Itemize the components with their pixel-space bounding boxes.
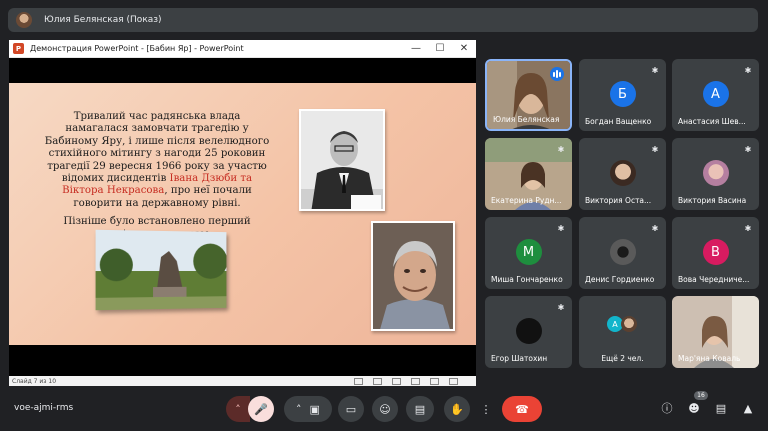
participant-tile[interactable]: ✱ Б Богдан Ващенко xyxy=(579,59,666,131)
participant-name: Денис Гордиенко xyxy=(585,275,655,284)
camera-options-chevron-icon[interactable]: ˄ xyxy=(296,403,302,416)
mic-off-icon: ✱ xyxy=(557,224,565,233)
ppt-statusbar: Слайд 7 из 10 xyxy=(9,376,476,386)
ppt-window-title: Демонстрация PowerPoint - [Бабин Яр] - P… xyxy=(30,44,244,53)
maximize-icon[interactable]: ☐ xyxy=(428,40,452,58)
meeting-info-icon[interactable]: ⓘ xyxy=(659,401,675,417)
reading-view-icon[interactable] xyxy=(430,377,439,385)
participant-avatar-photo xyxy=(515,318,542,344)
mic-options-chevron-icon[interactable]: ˄ xyxy=(226,396,250,422)
raise-hand-button[interactable]: ✋ xyxy=(444,396,470,422)
meeting-code: voe-ajmi-rms xyxy=(14,403,74,413)
slide: Тривалий час радянська влада намагалася … xyxy=(9,83,476,345)
participant-tile[interactable]: ✱ А Анастасия Шев... xyxy=(672,59,759,131)
participant-name: Виктория Васина xyxy=(678,196,747,205)
slide-counter: Слайд 7 из 10 xyxy=(12,377,57,385)
end-call-icon: ☎ xyxy=(515,402,529,416)
mic-off-icon: ✱ xyxy=(651,145,659,154)
participant-tile[interactable]: ✱ Екатерина Рудн... xyxy=(485,138,572,210)
participant-avatar-letter: В xyxy=(702,239,729,265)
next-slide-icon[interactable] xyxy=(373,377,382,385)
participant-name: Екатерина Рудн... xyxy=(491,196,562,205)
participant-tile[interactable]: Мар'яна Коваль xyxy=(672,296,759,368)
slideshow-icon[interactable] xyxy=(449,377,458,385)
camera-icon: ▣ xyxy=(309,402,320,416)
ppt-titlebar: P Демонстрация PowerPoint - [Бабин Яр] -… xyxy=(9,40,476,58)
sorter-view-icon[interactable] xyxy=(411,377,420,385)
presenter-bar: Юлия Белянская (Показ) xyxy=(8,8,758,32)
mic-off-icon: ✱ xyxy=(744,66,752,75)
mic-off-icon: ✱ xyxy=(744,224,752,233)
participant-tile[interactable]: ✱ Денис Гордиенко xyxy=(579,217,666,289)
slide-viewport: Тривалий час радянська влада намагалася … xyxy=(9,58,476,376)
more-options-button[interactable]: ⋮ xyxy=(476,396,496,422)
participant-avatar-letter: Б xyxy=(609,81,636,107)
shared-powerpoint-window: P Демонстрация PowerPoint - [Бабин Яр] -… xyxy=(9,40,476,386)
participant-name: Ещё 2 чел. xyxy=(601,354,644,363)
participant-name: Анастасия Шев... xyxy=(678,117,746,126)
captions-button[interactable]: ▭ xyxy=(338,396,364,422)
mic-off-icon: ✱ xyxy=(744,145,752,154)
portrait-photo-nekrasov xyxy=(371,221,455,331)
speaking-indicator-icon xyxy=(550,67,564,81)
participant-name: Мар'яна Коваль xyxy=(678,354,741,363)
present-screen-icon: ▤ xyxy=(414,402,426,416)
camera-toggle-button[interactable]: ˄ ▣ xyxy=(284,396,332,422)
normal-view-icon[interactable] xyxy=(392,377,401,385)
group-avatar-photo xyxy=(621,316,637,332)
participant-tile[interactable]: А Ещё 2 чел. xyxy=(579,296,666,368)
participant-name: Виктория Оста... xyxy=(585,196,652,205)
emoji-icon: ☺ xyxy=(379,402,391,416)
participant-tile[interactable]: Юлия Белянская xyxy=(485,59,572,131)
mic-off-icon: ✱ xyxy=(651,66,659,75)
people-icon[interactable]: ☻ xyxy=(686,401,702,417)
participant-name: Миша Гончаренко xyxy=(491,275,563,284)
participant-avatar-photo xyxy=(609,239,636,265)
presenter-title: Юлия Белянская (Показ) xyxy=(44,15,162,25)
participant-tile[interactable]: ✱ В Вова Чередниче... xyxy=(672,217,759,289)
participant-name: Егор Шатохин xyxy=(491,354,548,363)
powerpoint-icon: P xyxy=(13,43,24,54)
participant-name: Вова Чередниче... xyxy=(678,275,750,284)
hand-icon: ✋ xyxy=(450,402,464,416)
mic-toggle-button[interactable]: 🎤 xyxy=(248,396,274,422)
mic-off-icon: ✱ xyxy=(557,303,565,312)
prev-slide-icon[interactable] xyxy=(354,377,363,385)
participant-tile[interactable]: ✱ Егор Шатохин xyxy=(485,296,572,368)
participant-avatar-letter: А xyxy=(702,81,729,107)
reactions-button[interactable]: ☺ xyxy=(372,396,398,422)
captions-icon: ▭ xyxy=(345,402,357,416)
participant-avatar-photo xyxy=(609,160,636,186)
monument-photo xyxy=(95,229,227,311)
mic-off-icon: 🎤 xyxy=(254,402,268,416)
participant-tile[interactable]: ✱ Виктория Оста... xyxy=(579,138,666,210)
minimize-icon[interactable]: — xyxy=(404,40,428,58)
presenter-avatar xyxy=(16,12,32,28)
participant-tile[interactable]: ✱ Виктория Васина xyxy=(672,138,759,210)
participant-tile[interactable]: ✱ М Миша Гончаренко xyxy=(485,217,572,289)
more-vert-icon: ⋮ xyxy=(480,402,492,416)
chat-icon[interactable]: ▤ xyxy=(713,401,729,417)
present-button[interactable]: ▤ xyxy=(406,396,434,422)
mic-off-icon: ✱ xyxy=(651,224,659,233)
participant-name: Юлия Белянская xyxy=(493,115,560,124)
activities-icon[interactable]: ▲ xyxy=(740,401,756,417)
participant-name: Богдан Ващенко xyxy=(585,117,652,126)
mic-off-icon: ✱ xyxy=(557,145,565,154)
leave-call-button[interactable]: ☎ xyxy=(502,396,542,422)
people-count-badge: 16 xyxy=(694,391,708,400)
participant-avatar-photo xyxy=(702,160,729,186)
close-icon[interactable]: ✕ xyxy=(452,40,476,58)
portrait-photo-dziuba xyxy=(299,109,385,211)
participant-avatar-letter: М xyxy=(515,239,542,265)
slide-text: Тривалий час радянська влада намагалася … xyxy=(43,111,271,247)
